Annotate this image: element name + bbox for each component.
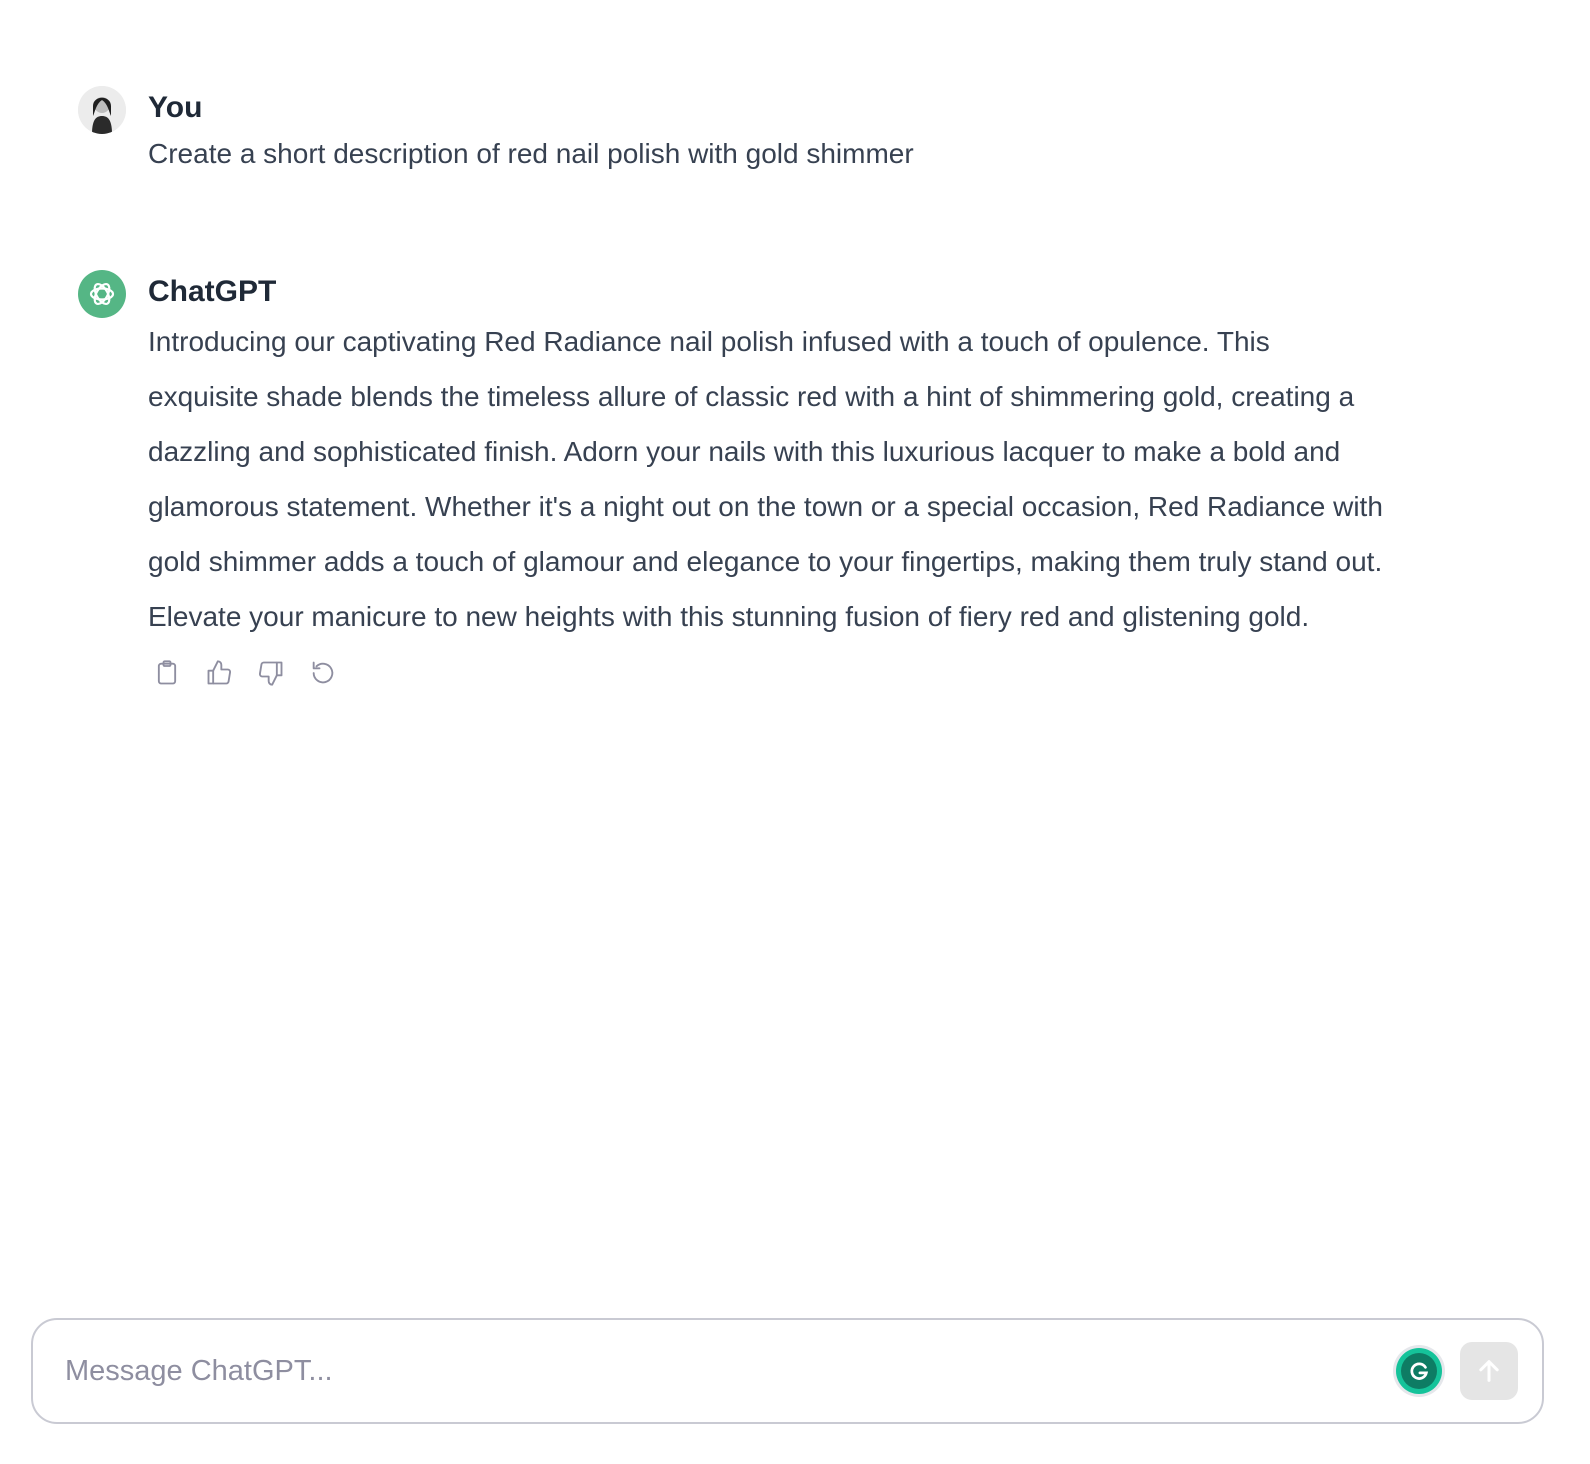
regenerate-icon — [312, 661, 334, 684]
message-actions — [150, 656, 1388, 690]
send-button[interactable] — [1460, 1342, 1518, 1400]
user-message-text: Create a short description of red nail p… — [148, 138, 914, 169]
message-input[interactable] — [65, 1341, 1396, 1401]
arrow-up-icon — [1479, 1360, 1499, 1382]
copy-icon — [157, 660, 177, 685]
thumbs-down-icon — [258, 661, 283, 686]
openai-logo-icon — [89, 282, 115, 306]
thumbs-up-icon — [207, 660, 232, 685]
user-message: You Create a short description of red na… — [78, 86, 914, 174]
copy-button[interactable] — [150, 656, 184, 690]
user-photo-avatar — [78, 86, 126, 134]
user-author-name: You — [148, 91, 203, 124]
message-composer — [31, 1318, 1544, 1424]
thumbs-up-button[interactable] — [202, 656, 236, 690]
grammarly-button[interactable] — [1396, 1348, 1442, 1394]
grammarly-icon — [1401, 1353, 1437, 1389]
assistant-message-text: Introducing our captivating Red Radiance… — [148, 326, 1383, 632]
user-avatar — [78, 86, 126, 134]
regenerate-button[interactable] — [306, 656, 340, 690]
assistant-message: ChatGPT Introducing our captivating Red … — [78, 270, 1388, 690]
thumbs-down-button[interactable] — [254, 656, 288, 690]
assistant-author-name: ChatGPT — [148, 275, 277, 308]
assistant-avatar — [78, 270, 126, 318]
